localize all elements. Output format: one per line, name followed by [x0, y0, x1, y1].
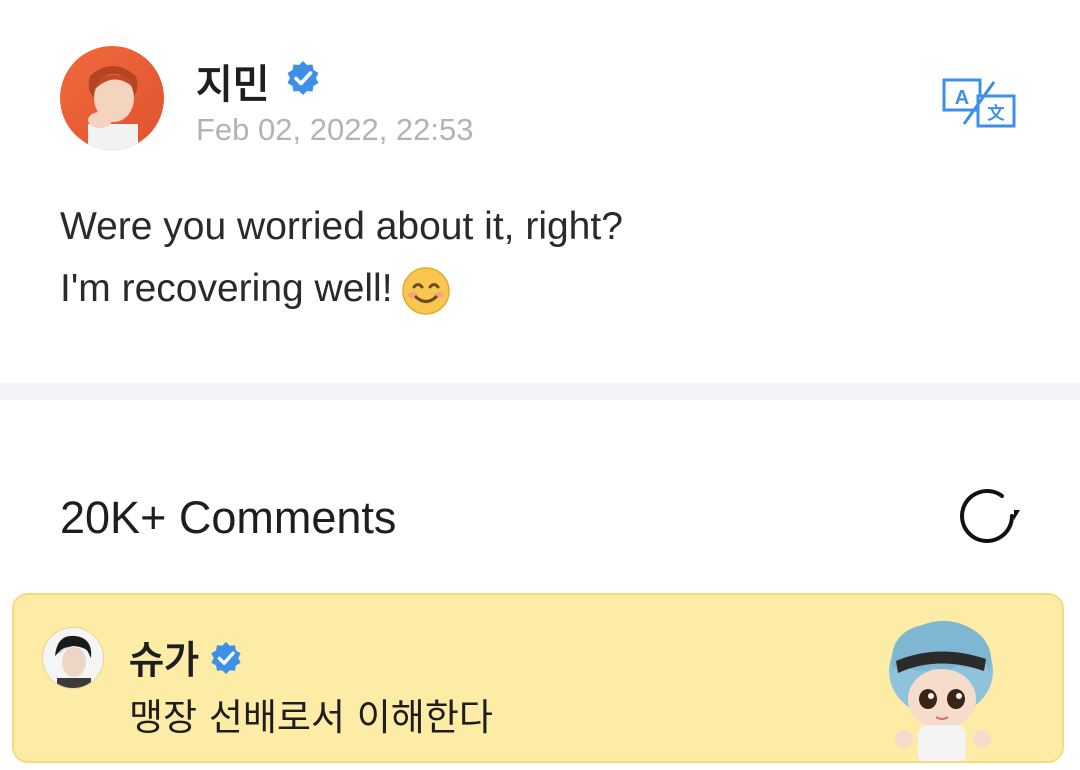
comments-count-title: 20K+ Comments [60, 492, 397, 543]
post-timestamp: Feb 02, 2022, 22:53 [196, 112, 474, 147]
character-sticker-icon [878, 613, 1004, 761]
verified-badge-icon [285, 60, 321, 96]
post-body-line: Were you worried about it, right? [60, 205, 623, 248]
post-body-line-2: I'm recovering well! [60, 258, 1020, 320]
commenter-avatar[interactable] [42, 627, 104, 689]
post-body: Were you worried about it, right? I'm re… [60, 196, 1020, 320]
highlighted-comment[interactable]: 슈가 맹장 선배로서 이해한다 [12, 593, 1064, 763]
post-body-text: I'm recovering well! [60, 267, 393, 310]
commenter-name[interactable]: 슈가 [129, 629, 199, 684]
post-card: 지민 Feb 02, 2022, 22:53 A 文 Were you worr… [0, 0, 1080, 383]
author-name[interactable]: 지민 [196, 52, 270, 110]
section-divider [0, 383, 1080, 400]
svg-text:A: A [955, 87, 969, 109]
verified-badge-icon [209, 641, 243, 675]
author-avatar[interactable] [60, 46, 164, 150]
comment-text: 맹장 선배로서 이해한다 [129, 696, 493, 739]
refresh-icon[interactable] [960, 488, 1022, 544]
translate-icon[interactable]: A 文 [942, 78, 1016, 128]
smiling-face-icon [401, 266, 451, 316]
svg-text:文: 文 [988, 103, 1006, 124]
